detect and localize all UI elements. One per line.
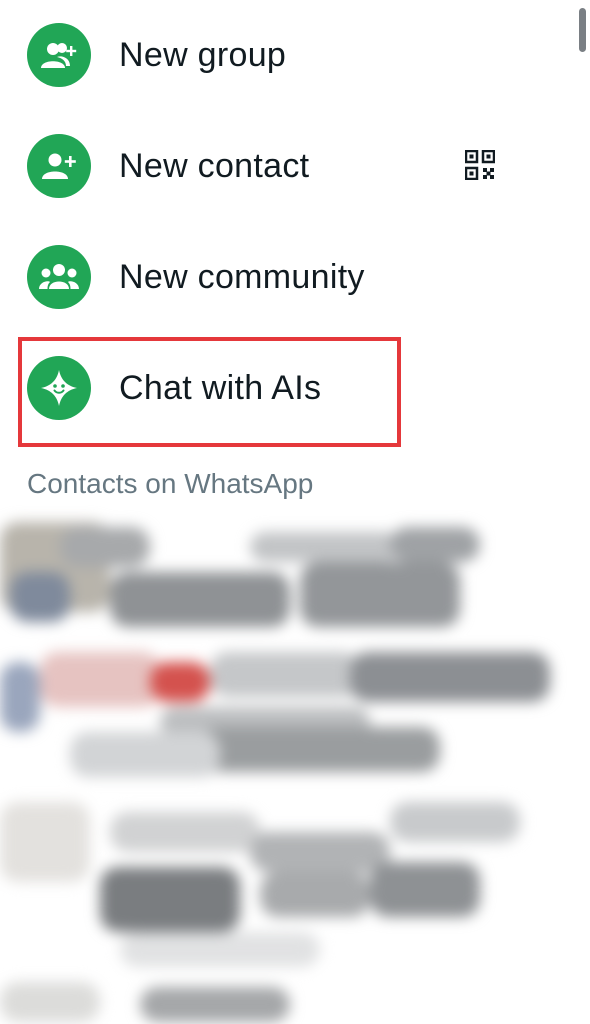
blurred-text bbox=[390, 527, 480, 562]
blurred-text bbox=[60, 527, 150, 567]
blurred-text bbox=[40, 652, 160, 707]
blurred-text bbox=[70, 732, 220, 777]
menu-item-new-group[interactable]: New group bbox=[0, 5, 560, 105]
blurred-contacts-list bbox=[0, 512, 590, 1024]
blurred-text bbox=[100, 867, 240, 932]
blurred-text bbox=[200, 727, 440, 772]
menu-item-label: New contact bbox=[119, 146, 310, 185]
community-icon bbox=[27, 245, 91, 309]
blurred-text bbox=[370, 862, 480, 917]
person-add-icon bbox=[27, 134, 91, 198]
blurred-avatar bbox=[0, 662, 40, 732]
blurred-text bbox=[210, 652, 360, 697]
blurred-text bbox=[250, 532, 400, 562]
menu-item-label: New community bbox=[119, 257, 365, 296]
qr-code-icon[interactable] bbox=[464, 149, 496, 181]
blurred-text bbox=[390, 802, 520, 842]
menu-item-label: New group bbox=[119, 35, 287, 74]
blurred-avatar bbox=[0, 802, 90, 882]
menu-item-new-community[interactable]: New community bbox=[0, 227, 560, 327]
contacts-section-header: Contacts on WhatsApp bbox=[27, 468, 314, 499]
blurred-avatar bbox=[0, 982, 100, 1022]
blurred-text bbox=[140, 987, 290, 1022]
blurred-text bbox=[250, 832, 390, 872]
blurred-text bbox=[260, 872, 370, 917]
group-add-icon bbox=[27, 23, 91, 87]
blurred-text bbox=[110, 812, 260, 852]
blurred-avatar bbox=[10, 572, 70, 622]
new-chat-screen: New group New contact New community Chat… bbox=[0, 0, 590, 1024]
blurred-text bbox=[120, 932, 320, 967]
highlight-annotation-box bbox=[18, 337, 401, 447]
blurred-text bbox=[300, 562, 460, 627]
blurred-text bbox=[350, 652, 550, 702]
blurred-text bbox=[110, 572, 290, 627]
blurred-text bbox=[150, 662, 210, 702]
scrollbar[interactable] bbox=[579, 8, 586, 52]
